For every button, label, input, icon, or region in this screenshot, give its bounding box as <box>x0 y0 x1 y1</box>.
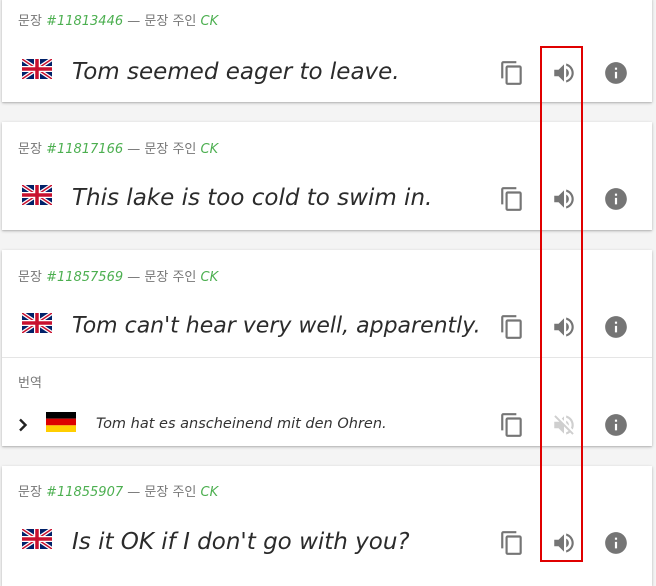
owner-link[interactable]: CK <box>201 485 219 500</box>
owner-link[interactable]: CK <box>201 14 219 29</box>
audio-column-highlight <box>540 46 583 562</box>
copy-icon[interactable] <box>499 314 525 340</box>
owner-label: 문장 주인 <box>144 14 197 29</box>
info-icon[interactable] <box>603 412 629 438</box>
uk-flag-icon <box>20 183 54 209</box>
sentence-id-link[interactable]: #11817166 <box>46 142 123 157</box>
owner-label: 문장 주인 <box>144 485 197 500</box>
sentence-meta: 문장 #11855907 — 문장 주인 CK <box>18 481 218 500</box>
sentence-text: Is it OK if I don't go with you? <box>72 529 410 555</box>
sentence-id-link[interactable]: #11855907 <box>46 485 123 500</box>
copy-icon[interactable] <box>499 60 525 86</box>
info-icon[interactable] <box>603 530 629 556</box>
sentence-text: Tom can't hear very well, apparently. <box>72 313 481 339</box>
uk-flag-icon <box>20 527 54 553</box>
sentence-label: 문장 <box>18 142 42 157</box>
uk-flag-icon <box>20 57 54 83</box>
info-icon[interactable] <box>603 186 629 212</box>
copy-icon[interactable] <box>499 186 525 212</box>
sentence-label: 문장 <box>18 485 42 500</box>
sentence-text: Tom seemed eager to leave. <box>72 59 400 85</box>
sentence-label: 문장 <box>18 14 42 29</box>
germany-flag-icon <box>46 412 76 436</box>
sentence-id-link[interactable]: #11813446 <box>46 14 123 29</box>
uk-flag-icon <box>20 311 54 337</box>
sentence-label: 문장 <box>18 270 42 285</box>
meta-dash: — <box>127 14 141 29</box>
sentence-text: This lake is too cold to swim in. <box>72 185 433 211</box>
meta-dash: — <box>127 142 141 157</box>
owner-label: 문장 주인 <box>144 142 197 157</box>
owner-link[interactable]: CK <box>201 142 219 157</box>
sentence-meta: 문장 #11817166 — 문장 주인 CK <box>18 138 218 157</box>
meta-dash: — <box>127 270 141 285</box>
owner-link[interactable]: CK <box>201 270 219 285</box>
translations-label: 번역 <box>18 376 42 391</box>
sentence-id-link[interactable]: #11857569 <box>46 270 123 285</box>
info-icon[interactable] <box>603 314 629 340</box>
owner-label: 문장 주인 <box>144 270 197 285</box>
sentence-meta: 문장 #11857569 — 문장 주인 CK <box>18 266 218 285</box>
copy-icon[interactable] <box>499 412 525 438</box>
sentence-meta: 문장 #11813446 — 문장 주인 CK <box>18 10 218 29</box>
meta-dash: — <box>127 485 141 500</box>
copy-icon[interactable] <box>499 530 525 556</box>
info-icon[interactable] <box>603 60 629 86</box>
translation-text: Tom hat es anscheinend mit den Ohren. <box>96 416 387 432</box>
chevron-right-icon[interactable] <box>18 417 28 436</box>
